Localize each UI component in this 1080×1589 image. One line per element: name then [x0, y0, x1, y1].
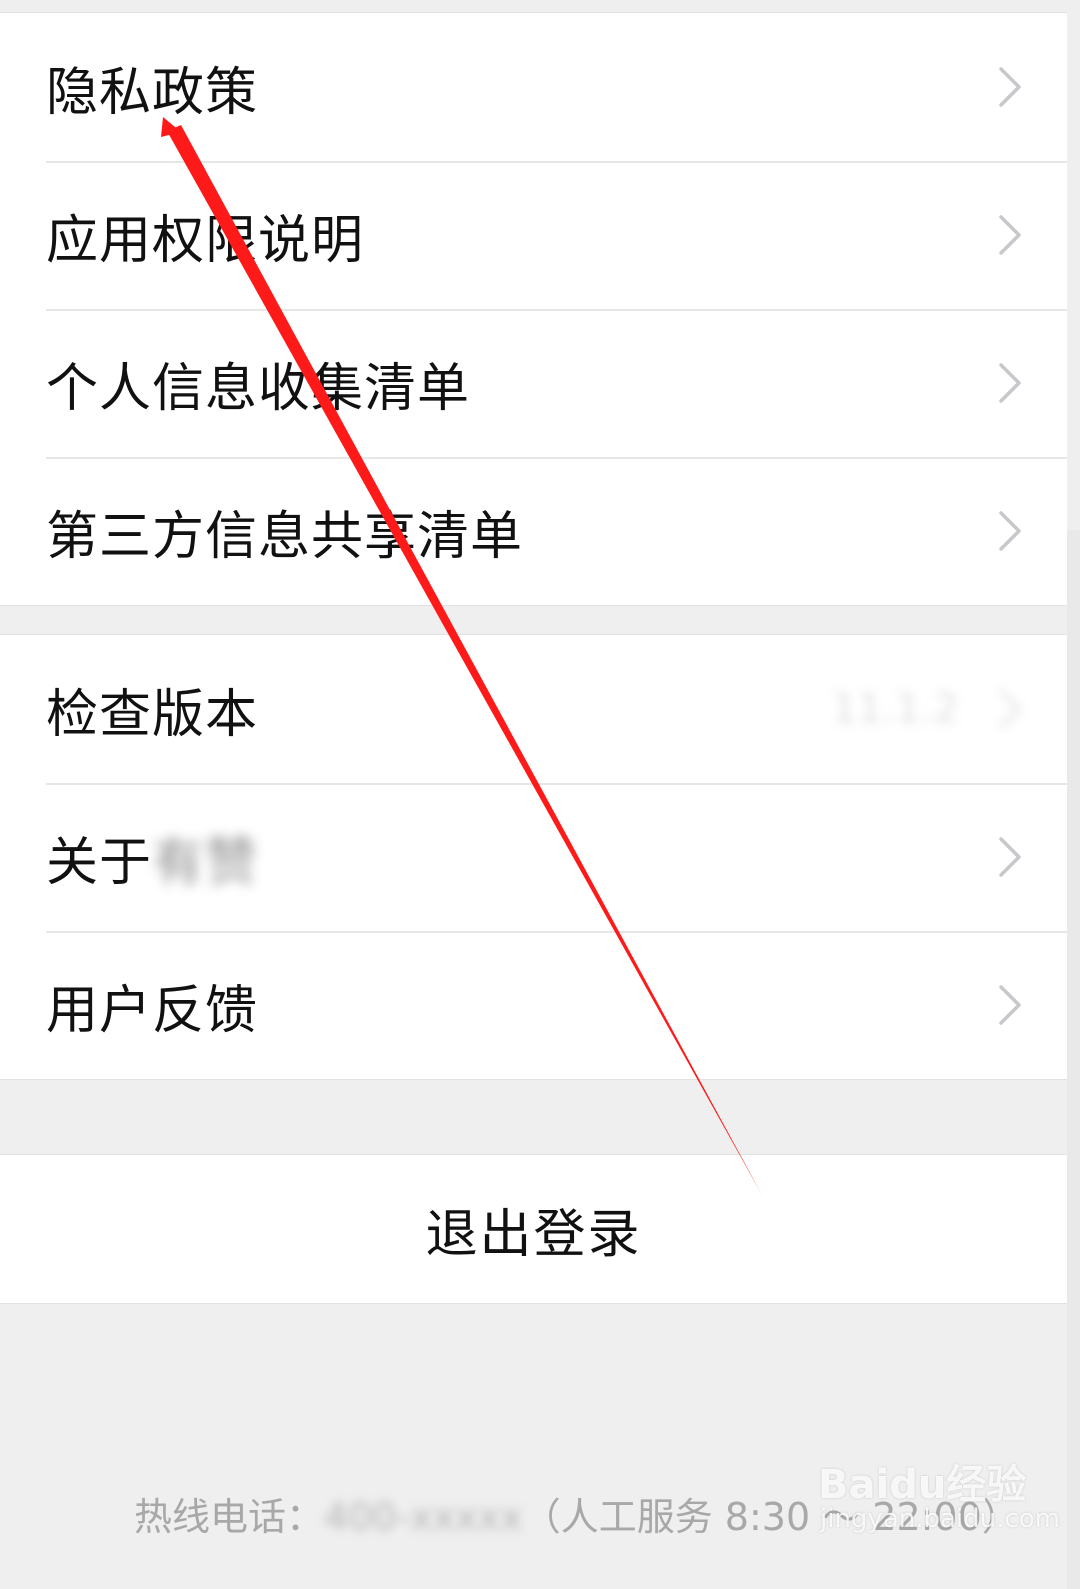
settings-item-label: 第三方信息共享清单	[46, 506, 524, 567]
chevron-right-icon	[999, 67, 1021, 107]
settings-item-feedback[interactable]: 用户反馈	[0, 931, 1067, 1079]
chevron-right-icon	[999, 363, 1021, 403]
watermark-site: jingyan.baidu.com	[820, 1504, 1060, 1534]
baidu-watermark: Baidu经验 jingyan.baidu.com	[818, 1452, 1060, 1552]
chevron-right-icon	[999, 511, 1021, 551]
app-name: 有赞	[152, 832, 259, 893]
settings-item-personal-info-list[interactable]: 个人信息收集清单	[0, 309, 1067, 457]
chevron-right-icon	[999, 215, 1021, 255]
chevron-right-icon	[999, 689, 1021, 729]
settings-item-label: 用户反馈	[46, 980, 259, 1041]
hotline-label: 热线电话：	[134, 1495, 325, 1539]
settings-item-label: 关于有赞	[46, 820, 258, 895]
settings-item-check-version[interactable]: 检查版本 11.1.2	[0, 635, 1067, 783]
settings-item-app-permissions[interactable]: 应用权限说明	[0, 161, 1067, 309]
logout-label: 退出登录	[425, 1204, 642, 1265]
settings-item-privacy-policy[interactable]: 隐私政策	[0, 13, 1067, 161]
settings-item-label: 隐私政策	[46, 62, 259, 123]
chevron-right-icon	[999, 837, 1021, 877]
settings-item-about[interactable]: 关于有赞	[0, 783, 1067, 931]
version-value: 11.1.2	[831, 686, 959, 732]
settings-group-app: 检查版本 11.1.2 关于有赞 用户反馈	[0, 634, 1067, 1080]
settings-item-third-party-sharing[interactable]: 第三方信息共享清单	[0, 457, 1067, 605]
settings-group-policies: 隐私政策 应用权限说明 个人信息收集清单 第三方信息共享清单	[0, 12, 1067, 606]
settings-item-label: 个人信息收集清单	[46, 358, 471, 419]
settings-item-label: 检查版本	[46, 684, 259, 745]
scrollbar-track[interactable]	[1067, 530, 1080, 1589]
chevron-right-icon	[999, 985, 1021, 1025]
logout-button[interactable]: 退出登录	[0, 1155, 1067, 1303]
logout-group: 退出登录	[0, 1154, 1067, 1304]
settings-item-label: 应用权限说明	[46, 210, 365, 271]
about-label: 关于	[46, 832, 153, 893]
watermark-brand: Baidu经验	[818, 1462, 1027, 1508]
hotline-number: 400-xxxxx	[324, 1495, 523, 1539]
